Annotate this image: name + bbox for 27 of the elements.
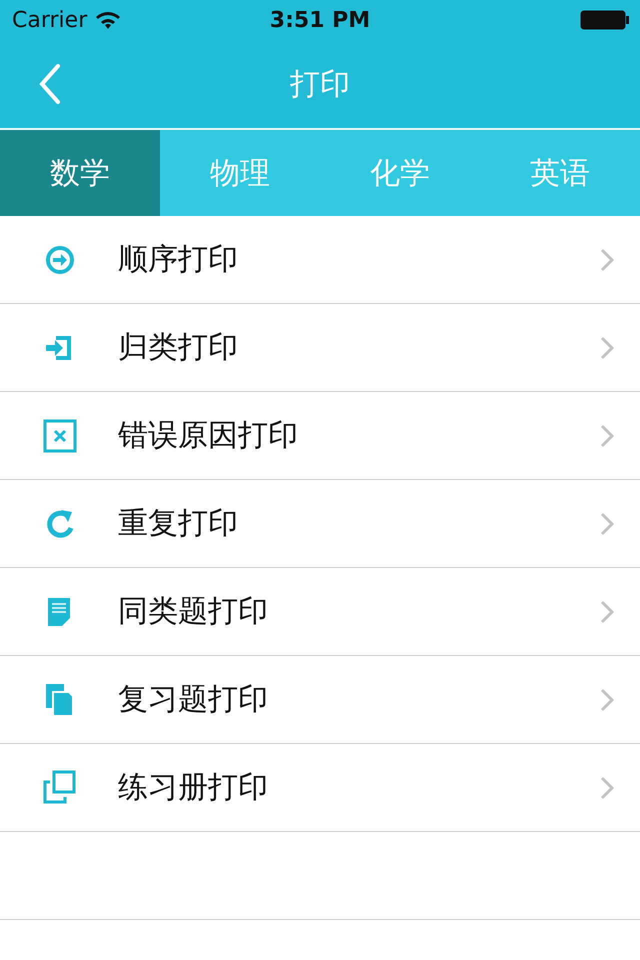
menu-label: 练习册打印 [118, 769, 269, 807]
chevron-icon [600, 776, 614, 800]
menu-row[interactable]: 练习册打印 [0, 744, 640, 832]
chevron-icon [600, 424, 614, 448]
menu-row[interactable]: 归类打印 [0, 304, 640, 392]
wifi-icon [95, 10, 122, 30]
subject-tab[interactable]: 数学 [0, 130, 160, 216]
menu-row[interactable]: 顺序打印 [0, 216, 640, 304]
page-title: 打印 [290, 66, 350, 104]
battery-icon [580, 10, 630, 30]
chevron-icon [600, 336, 614, 360]
menu-label: 复习题打印 [118, 681, 269, 719]
menu-label: 同类题打印 [118, 593, 269, 631]
menu-label: 顺序打印 [118, 241, 239, 279]
chevron-icon [600, 688, 614, 712]
menu-label: 归类打印 [118, 329, 239, 367]
menu-label: 重复打印 [118, 505, 239, 543]
menu-label: 错误原因打印 [118, 417, 299, 455]
menu-row[interactable]: 错误原因打印 [0, 392, 640, 480]
menu-row[interactable]: 重复打印 [0, 480, 640, 568]
carrier-name: Carrier [12, 8, 88, 32]
chevron-icon [600, 600, 614, 624]
chevron-icon [600, 248, 614, 272]
chevron-icon [600, 512, 614, 536]
menu-row[interactable]: 复习题打印 [0, 656, 640, 744]
menu-row[interactable]: 同类题打印 [0, 568, 640, 656]
status-time: 3:51 PM [268, 8, 372, 32]
